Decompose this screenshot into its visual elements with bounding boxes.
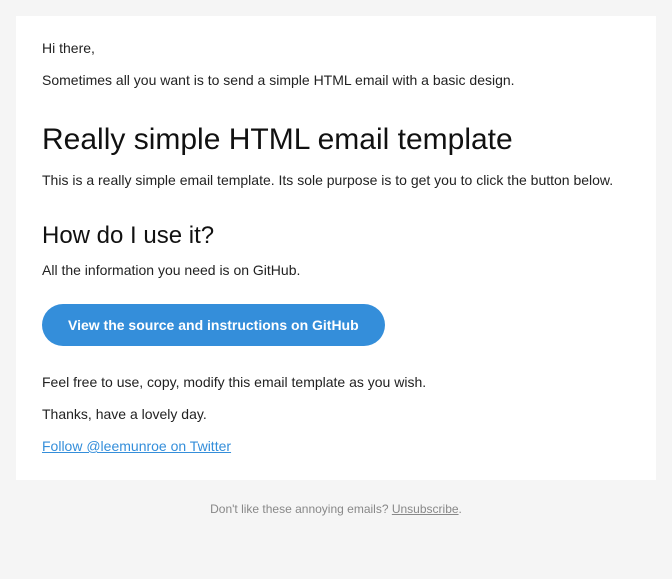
footer-period: . <box>459 502 462 516</box>
greeting-text: Hi there, <box>42 40 630 56</box>
free-use-text: Feel free to use, copy, modify this emai… <box>42 374 630 390</box>
thanks-text: Thanks, have a lovely day. <box>42 406 630 422</box>
github-info-text: All the information you need is on GitHu… <box>42 262 630 278</box>
twitter-follow-link[interactable]: Follow @leemunroe on Twitter <box>42 438 231 454</box>
main-heading: Really simple HTML email template <box>42 122 630 158</box>
intro-text: Sometimes all you want is to send a simp… <box>42 72 630 88</box>
view-source-button[interactable]: View the source and instructions on GitH… <box>42 304 385 346</box>
sub-heading: How do I use it? <box>42 222 630 250</box>
email-card: Hi there, Sometimes all you want is to s… <box>16 16 656 480</box>
unsubscribe-link[interactable]: Unsubscribe <box>392 502 459 516</box>
email-footer: Don't like these annoying emails? Unsubs… <box>16 480 656 516</box>
footer-text: Don't like these annoying emails? <box>210 502 392 516</box>
main-description: This is a really simple email template. … <box>42 172 630 188</box>
